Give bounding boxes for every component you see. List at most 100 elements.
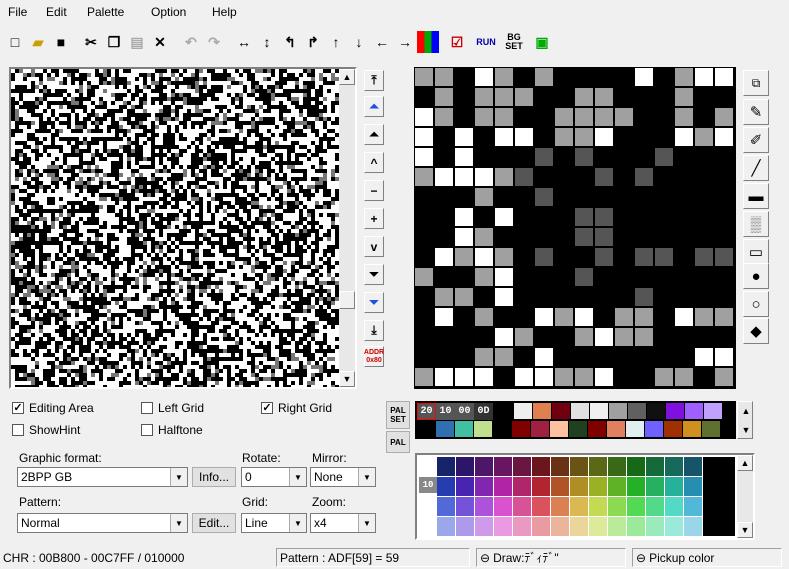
copy-tile-icon[interactable]: ⧉ xyxy=(743,70,769,96)
pixel-edit-grid[interactable] xyxy=(414,67,736,389)
pattern-select[interactable]: Normal ▼ xyxy=(17,513,188,533)
paste-icon[interactable]: ▤ xyxy=(126,31,148,53)
shift-right-icon[interactable]: → xyxy=(394,31,416,53)
master-palette-scrollbar[interactable]: ▲ ▼ xyxy=(737,455,753,538)
scroll-up-arrow-icon[interactable]: ▲ xyxy=(737,455,753,471)
open-folder-icon[interactable]: ▰ xyxy=(27,31,49,53)
pal-set-button[interactable]: PAL SET xyxy=(386,401,410,429)
scroll-up-arrow-icon[interactable]: ▲ xyxy=(738,402,754,420)
chr-pixel xyxy=(299,221,303,225)
nav-down-icon[interactable]: v xyxy=(364,236,384,257)
chr-pixel xyxy=(291,101,295,105)
left-grid-checkbox[interactable]: Left Grid xyxy=(141,401,204,415)
menu-help[interactable]: Help xyxy=(212,5,237,19)
scroll-thumb[interactable] xyxy=(339,291,355,309)
chr-view-panel[interactable]: ▲ ▼ xyxy=(9,67,357,389)
scroll-down-arrow-icon[interactable]: ▼ xyxy=(738,421,754,439)
show-hint-checkbox[interactable]: ShowHint xyxy=(12,423,80,437)
chr-pixel xyxy=(119,213,123,217)
rotate-right-icon[interactable]: ↱ xyxy=(302,31,324,53)
chr-pixel xyxy=(83,73,87,77)
menu-palette[interactable]: Palette xyxy=(87,5,124,19)
chr-pixel xyxy=(247,325,251,329)
shift-up-icon[interactable]: ↑ xyxy=(325,31,347,53)
editing-area-checkbox[interactable]: ✓ Editing Area xyxy=(12,401,94,415)
selected-color-1[interactable]: 10 xyxy=(436,403,455,420)
chr-pixel xyxy=(71,369,75,373)
scroll-down-arrow-icon[interactable]: ▼ xyxy=(737,522,753,538)
delete-x-icon[interactable]: ✕ xyxy=(149,31,171,53)
chr-pixel xyxy=(171,241,175,245)
scroll-down-arrow-icon[interactable]: ▼ xyxy=(339,371,355,387)
right-grid-checkbox[interactable]: ✓ Right Grid xyxy=(261,401,332,415)
cut-scissors-icon[interactable]: ✂ xyxy=(80,31,102,53)
pal-button[interactable]: PAL xyxy=(386,431,410,453)
undo-icon[interactable]: ↶ xyxy=(180,31,202,53)
fill-bucket-icon[interactable]: ◆ xyxy=(743,318,769,344)
halftone-checkbox[interactable]: Halftone xyxy=(141,423,203,437)
pixel-canvas[interactable] xyxy=(414,67,736,389)
shift-down-icon[interactable]: ↓ xyxy=(348,31,370,53)
menu-option[interactable]: Option xyxy=(151,5,186,19)
nav-minus-icon[interactable]: − xyxy=(364,180,384,201)
filled-rect-icon[interactable]: ▬ xyxy=(743,183,769,209)
brush-icon[interactable]: ✐ xyxy=(743,127,769,153)
graphic-format-select[interactable]: 2BPP GB ▼ xyxy=(17,467,188,487)
check-tool-icon[interactable]: ☑ xyxy=(446,31,468,53)
copy-icon[interactable]: ❐ xyxy=(103,31,125,53)
menu-edit[interactable]: Edit xyxy=(46,5,67,19)
chr-scrollbar[interactable]: ▲ ▼ xyxy=(339,69,355,387)
nav-bottom-icon[interactable]: ⤓ xyxy=(364,320,384,341)
zoom-select[interactable]: x4 ▼ xyxy=(310,513,376,533)
chr-pixel xyxy=(127,141,131,145)
chr-pixel xyxy=(143,261,147,265)
nav-page-down-fast-icon[interactable]: ⏷ xyxy=(364,292,384,313)
chr-pixel xyxy=(111,93,115,97)
rect-icon[interactable]: ▭ xyxy=(743,239,769,265)
palette-tool-icon[interactable]: ▣ xyxy=(531,31,553,53)
chr-pixel xyxy=(235,381,239,385)
master-palette-panel[interactable]: 10 ▲ ▼ xyxy=(415,453,755,540)
circle-icon[interactable]: ○ xyxy=(743,291,769,317)
nav-page-down-icon[interactable]: ⏷ xyxy=(364,264,384,285)
master-palette-canvas[interactable] xyxy=(417,455,737,538)
flip-horizontal-icon[interactable]: ↔ xyxy=(233,31,255,53)
pencil-icon[interactable]: ✎ xyxy=(743,99,769,125)
scroll-up-arrow-icon[interactable]: ▲ xyxy=(339,69,355,85)
nav-page-up-fast-icon[interactable]: ⏶ xyxy=(364,96,384,117)
selected-color-2[interactable]: 00 xyxy=(455,403,474,420)
color-swap-icon[interactable] xyxy=(417,31,439,53)
nav-up-icon[interactable]: ^ xyxy=(364,152,384,173)
info-button[interactable]: Info... xyxy=(192,467,236,487)
chr-pixel xyxy=(291,189,295,193)
nav-plus-icon[interactable]: + xyxy=(364,208,384,229)
selected-color-0[interactable]: 20 xyxy=(417,403,436,420)
nav-top-icon[interactable]: ⤒ xyxy=(364,70,384,91)
rotate-select[interactable]: 0 ▼ xyxy=(241,467,307,487)
chr-pixel xyxy=(183,149,187,153)
rotate-left-icon[interactable]: ↰ xyxy=(279,31,301,53)
chr-pixel xyxy=(107,125,111,129)
chr-pixel xyxy=(167,169,171,173)
run-icon[interactable]: RUN xyxy=(475,31,497,53)
bg-set-icon[interactable]: BG SET xyxy=(503,31,525,53)
line-icon[interactable]: ╱ xyxy=(743,155,769,181)
nav-page-up-icon[interactable]: ⏶ xyxy=(364,124,384,145)
filled-circle-icon[interactable]: ● xyxy=(743,263,769,289)
grid-select[interactable]: Line ▼ xyxy=(241,513,307,533)
redo-icon[interactable]: ↷ xyxy=(203,31,225,53)
edit-button[interactable]: Edit... xyxy=(192,513,236,533)
addr-button[interactable]: ADDR 0x80 xyxy=(364,346,384,367)
selected-color-3[interactable]: 0D xyxy=(474,403,493,420)
menu-file[interactable]: File xyxy=(8,5,27,19)
flip-vertical-icon[interactable]: ↕ xyxy=(256,31,278,53)
palette-scrollbar[interactable]: ▲ ▼ xyxy=(737,401,753,439)
mirror-select[interactable]: None ▼ xyxy=(310,467,376,487)
palette-rows[interactable]: 20 10 00 0D xyxy=(415,401,736,439)
save-disk-icon[interactable]: ■ xyxy=(50,31,72,53)
shift-left-icon[interactable]: ← xyxy=(371,31,393,53)
new-file-icon[interactable]: □ xyxy=(4,31,26,53)
chr-pixel xyxy=(147,377,151,381)
pattern-rect-icon[interactable]: ▒ xyxy=(743,211,769,237)
chr-tiles-canvas[interactable] xyxy=(11,69,341,387)
